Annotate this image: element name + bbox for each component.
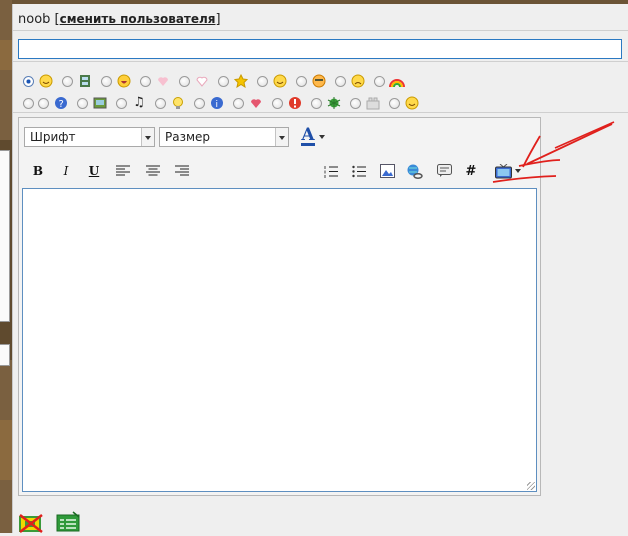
- annotation-arrow: [492, 121, 615, 183]
